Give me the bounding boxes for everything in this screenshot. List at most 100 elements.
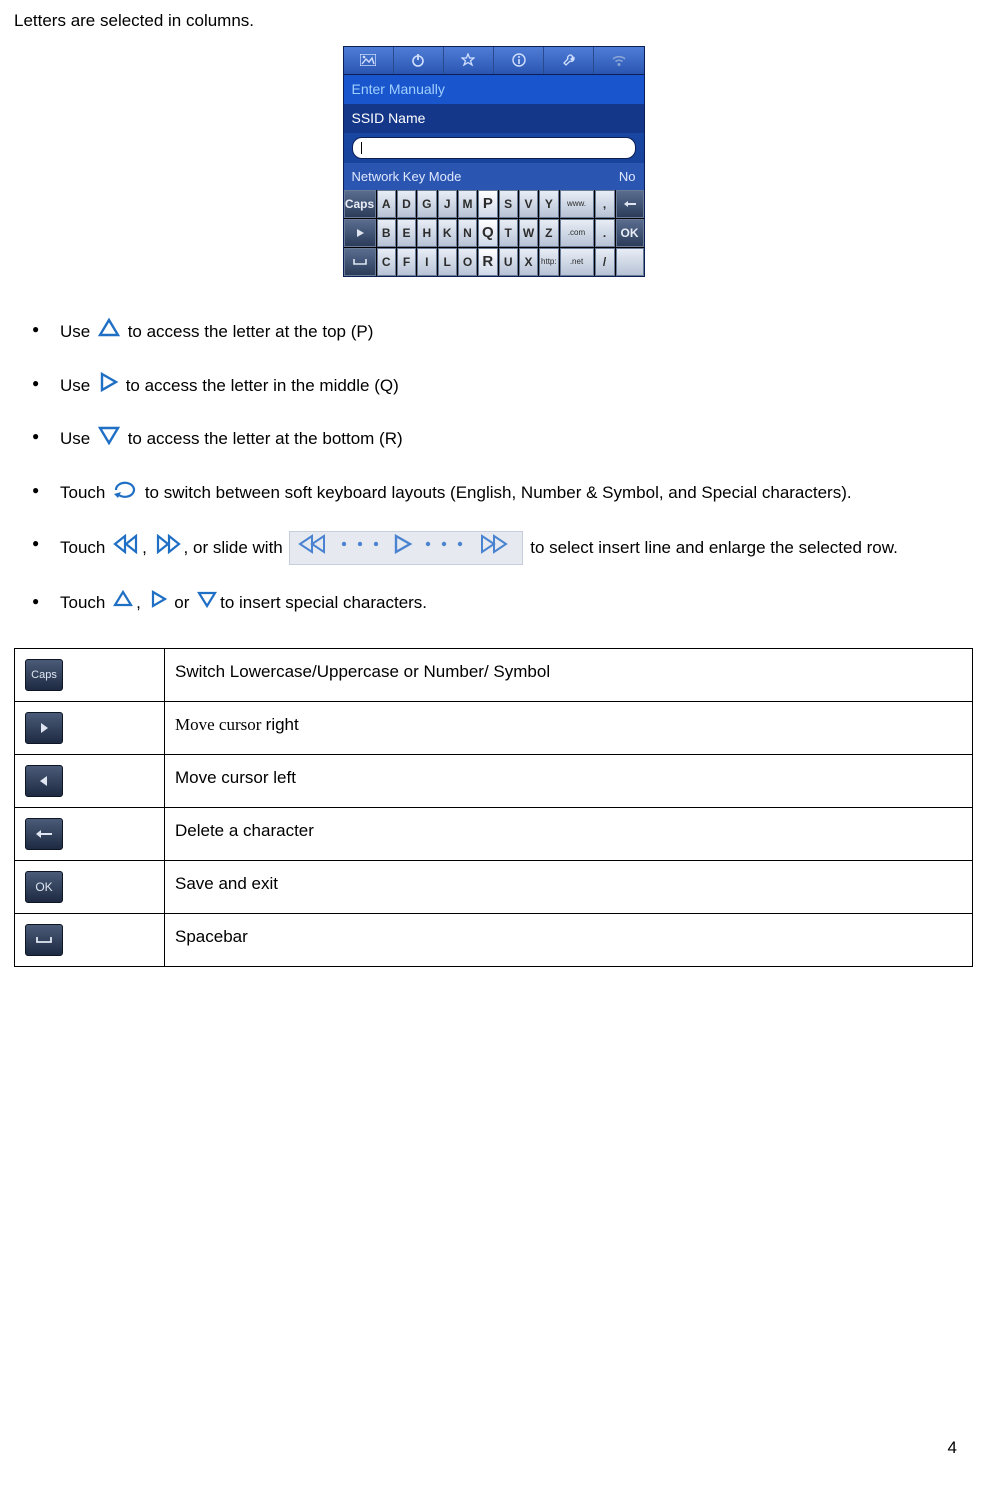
bullet-use-up: Use to access the letter at the top (P) <box>26 305 973 359</box>
triangle-up-outline-icon <box>112 589 134 617</box>
kbd-key: J <box>438 190 457 218</box>
kbd-key: T <box>499 219 518 247</box>
kbd-key: R <box>478 248 497 276</box>
text: to access the letter at the bottom (R) <box>128 429 403 448</box>
cell-icon: OK <box>15 861 165 914</box>
bullet-use-down: Use to access the letter at the bottom (… <box>26 412 973 466</box>
table-row: Delete a character <box>15 808 973 861</box>
device-ssid-label: SSID Name <box>344 104 644 133</box>
tab-wifi-icon <box>594 47 643 74</box>
cell-icon <box>15 755 165 808</box>
table-row: OK Save and exit <box>15 861 973 914</box>
device-tabs <box>344 47 644 75</box>
table-row: Move cursor right <box>15 702 973 755</box>
kbd-key <box>344 219 376 247</box>
kbd-key: K <box>438 219 457 247</box>
device-keyboard: CapsADGJMPSVYwww.,BEHKNQTWZ.com.OKCFILOR… <box>344 190 644 276</box>
kbd-key: http: <box>539 248 558 276</box>
triangle-down-outline-icon <box>97 424 121 454</box>
kbd-key: W <box>519 219 538 247</box>
kbd-key: Q <box>478 219 497 247</box>
kbd-key <box>344 248 376 276</box>
kbd-key: F <box>397 248 416 276</box>
tab-power-icon <box>394 47 444 74</box>
kbd-key: H <box>417 219 436 247</box>
device-mode-value: No <box>619 167 636 187</box>
table-row: Spacebar <box>15 914 973 967</box>
kbd-key: A <box>377 190 396 218</box>
kbd-key: E <box>397 219 416 247</box>
intro-text: Letters are selected in columns. <box>14 8 973 34</box>
key-functions-table: Caps Switch Lowercase/Uppercase or Numbe… <box>14 648 973 967</box>
text: right <box>266 715 299 734</box>
kbd-key: , <box>595 190 615 218</box>
cell-desc: Move cursor right <box>165 702 973 755</box>
text: to select insert line and enlarge the se… <box>530 538 898 557</box>
kbd-key <box>616 190 644 218</box>
text: , or slide with <box>184 538 288 557</box>
text: Touch <box>60 538 110 557</box>
kbd-key: I <box>417 248 436 276</box>
slide-bar-icon <box>289 531 523 565</box>
tab-info-icon <box>494 47 544 74</box>
cell-desc: Move cursor left <box>165 755 973 808</box>
kbd-key: .net <box>560 248 594 276</box>
kbd-key: www. <box>560 190 594 218</box>
tab-photo-icon <box>344 47 394 74</box>
kbd-key: M <box>458 190 477 218</box>
text: to access the letter at the top (P) <box>128 322 374 341</box>
kbd-key: N <box>458 219 477 247</box>
kbd-key: C <box>377 248 396 276</box>
text: or <box>170 593 195 612</box>
text: Move cursor <box>175 715 266 734</box>
text: to switch between soft keyboard layouts … <box>145 483 852 502</box>
kbd-key: B <box>377 219 396 247</box>
triangle-down-outline-icon <box>196 589 218 617</box>
cell-desc: Delete a character <box>165 808 973 861</box>
kbd-key: P <box>478 190 497 218</box>
device-screenshot: Enter Manually SSID Name Network Key Mod… <box>343 46 645 278</box>
table-row: Move cursor left <box>15 755 973 808</box>
kbd-key: X <box>519 248 538 276</box>
text: , <box>142 538 151 557</box>
text: Touch <box>60 483 110 502</box>
keycap-backspace-icon <box>25 818 63 850</box>
bullet-use-right: Use to access the letter in the middle (… <box>26 359 973 413</box>
text: , <box>136 593 145 612</box>
kbd-key: OK <box>616 219 644 247</box>
bullet-touch-slide: Touch , , or slide with to select insert… <box>26 519 973 577</box>
cell-icon: Caps <box>15 649 165 702</box>
text: Use <box>60 376 95 395</box>
cell-icon <box>15 808 165 861</box>
bullet-touch-special: Touch , or to insert special characters. <box>26 577 973 629</box>
text: Use <box>60 429 95 448</box>
tab-star-icon <box>444 47 494 74</box>
table-row: Caps Switch Lowercase/Uppercase or Numbe… <box>15 649 973 702</box>
keycap-cursor-right-icon <box>25 712 63 744</box>
kbd-key: .com <box>560 219 594 247</box>
text: Use <box>60 322 95 341</box>
keycap-cursor-left-icon <box>25 765 63 797</box>
cycle-layout-icon <box>112 478 138 508</box>
kbd-key: . <box>595 219 615 247</box>
kbd-key: V <box>519 190 538 218</box>
kbd-key: S <box>499 190 518 218</box>
page-number: 4 <box>948 1435 957 1461</box>
double-chevron-left-icon <box>112 534 140 562</box>
kbd-key: / <box>595 248 615 276</box>
kbd-key: Y <box>539 190 558 218</box>
kbd-key: G <box>417 190 436 218</box>
kbd-key: U <box>499 248 518 276</box>
text: to access the letter in the middle (Q) <box>126 376 399 395</box>
text: Touch <box>60 593 110 612</box>
kbd-key: Z <box>539 219 558 247</box>
device-ssid-input <box>352 137 636 159</box>
cell-icon <box>15 914 165 967</box>
double-chevron-right-icon <box>154 534 182 562</box>
kbd-key: D <box>397 190 416 218</box>
triangle-right-outline-icon <box>148 589 168 617</box>
triangle-right-outline-icon <box>97 371 119 401</box>
device-mode-row: Network Key Mode No <box>344 163 644 191</box>
device-enter-manually: Enter Manually <box>344 75 644 104</box>
bullet-list: Use to access the letter at the top (P) … <box>14 305 973 628</box>
